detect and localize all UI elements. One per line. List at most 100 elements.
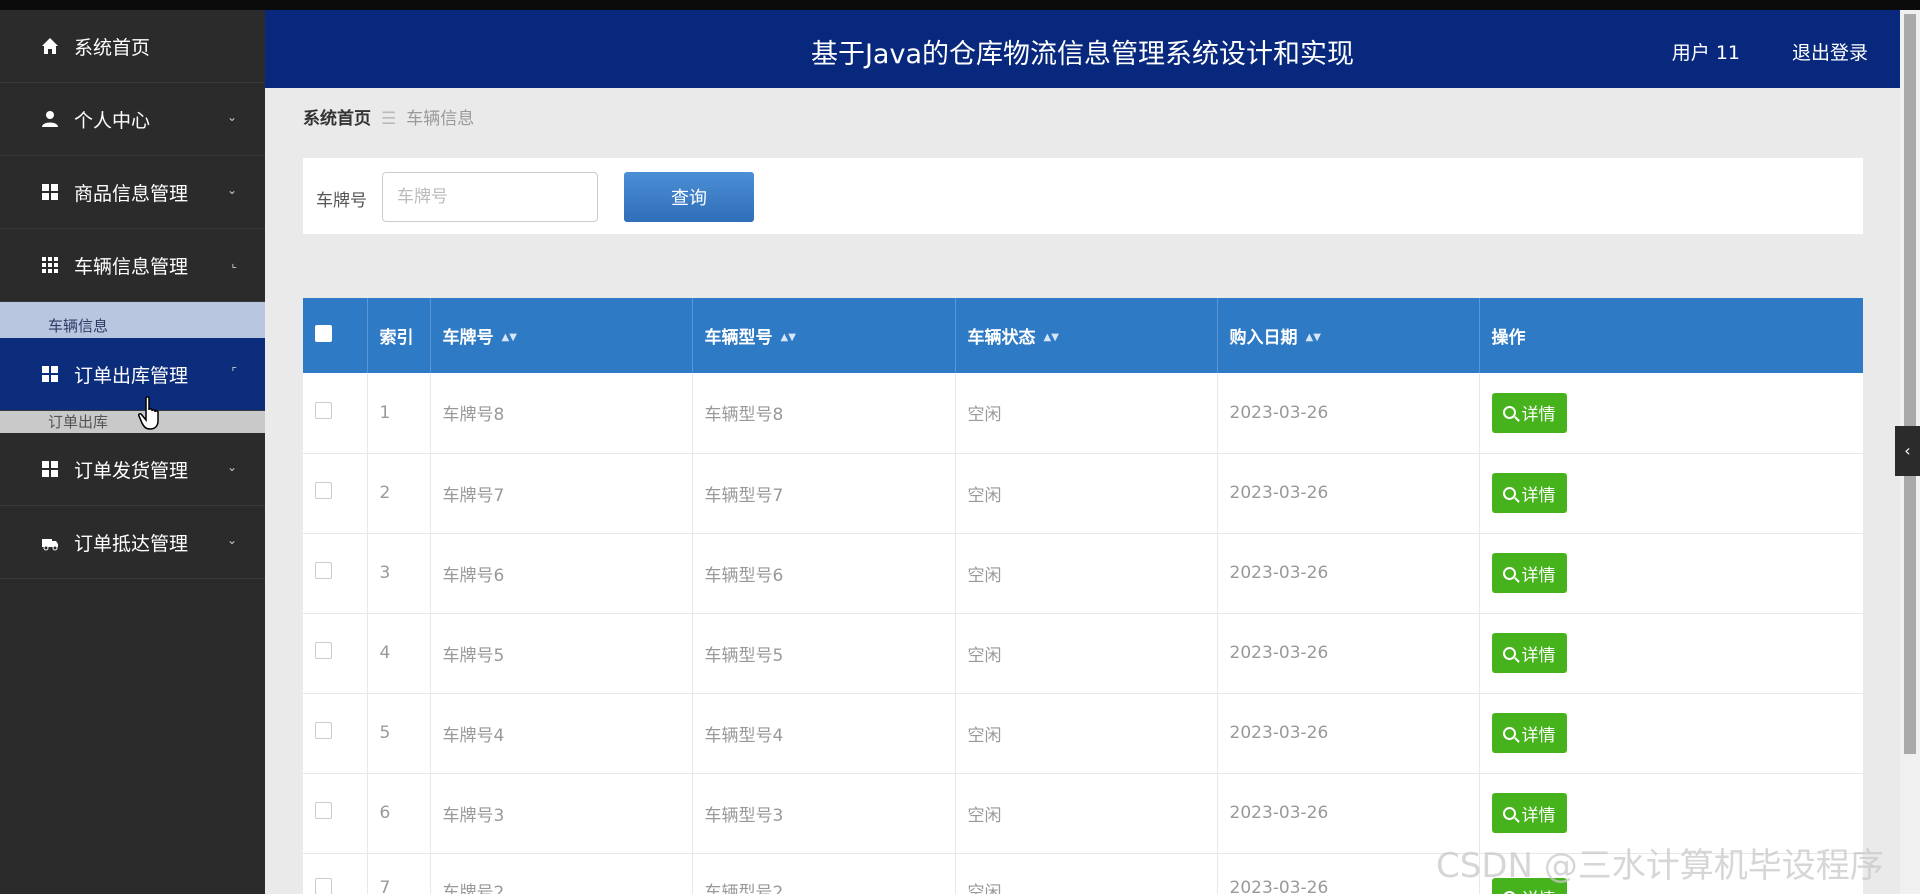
detail-button[interactable]: 详情 — [1491, 473, 1567, 513]
column-header-label: 车辆型号 — [704, 328, 773, 348]
cell-actions: 详情 — [1479, 693, 1863, 774]
table-row: 5 车牌号4 车辆型号4 空闲 2023-03-26 详情 — [303, 693, 1863, 774]
sort-icon[interactable]: ▲▼ — [781, 333, 796, 343]
row-checkbox[interactable] — [315, 802, 332, 819]
breadcrumb-home[interactable]: 系统首页 — [303, 109, 371, 129]
plate-search-input[interactable] — [382, 172, 598, 222]
search-panel: 车牌号 查询 — [303, 158, 1863, 234]
detail-button-label: 详情 — [1521, 725, 1556, 746]
sort-icon[interactable]: ▲▼ — [1044, 333, 1059, 343]
top-header: 基于Java的仓库物流信息管理系统设计和实现 用户 11 退出登录 — [265, 10, 1900, 88]
sidebar-subitem-vehicle-info[interactable]: 车辆信息 — [0, 302, 265, 338]
collapse-panel-icon[interactable]: ‹ — [1895, 426, 1920, 476]
plate-search-label: 车牌号 — [316, 191, 367, 211]
column-header-model[interactable]: 车辆型号 ▲▼ — [692, 298, 956, 373]
cell-index: 6 — [367, 773, 431, 854]
row-checkbox-cell[interactable] — [303, 373, 368, 454]
cell-index: 7 — [367, 853, 431, 894]
chevron-up-icon: ⌜ — [231, 365, 237, 379]
breadcrumb-separator-icon: ☰ — [381, 109, 397, 129]
row-checkbox-cell[interactable] — [303, 533, 368, 614]
cell-index: 4 — [367, 613, 431, 694]
sidebar-item-vehicle[interactable]: 车辆信息管理 ⌞ — [0, 229, 265, 302]
sidebar-item-personal-center[interactable]: 个人中心 ⌄ — [0, 83, 265, 156]
cell-index: 1 — [367, 373, 431, 454]
chevron-down-icon: ⌄ — [226, 110, 237, 124]
sort-icon[interactable]: ▲▼ — [1306, 333, 1321, 343]
row-checkbox-cell[interactable] — [303, 853, 368, 894]
table-header-row: 索引 车牌号 ▲▼ 车辆型号 ▲▼ 车辆状态 ▲▼ 购入日期 ▲▼ 操作 — [303, 298, 1863, 373]
cell-date: 2023-03-26 — [1217, 533, 1480, 614]
detail-button[interactable]: 详情 — [1491, 713, 1567, 753]
column-header-index: 索引 — [367, 298, 431, 373]
column-header-label: 车辆状态 — [967, 328, 1036, 348]
row-checkbox-cell[interactable] — [303, 453, 368, 534]
row-checkbox[interactable] — [315, 722, 332, 739]
chevron-down-icon: ⌄ — [226, 533, 237, 547]
row-checkbox-cell[interactable] — [303, 613, 368, 694]
cell-status: 空闲 — [955, 373, 1218, 454]
select-all-checkbox[interactable] — [315, 324, 332, 342]
sidebar-item-goods[interactable]: 商品信息管理 ⌄ — [0, 156, 265, 229]
logout-link[interactable]: 退出登录 — [1792, 38, 1868, 65]
sidebar-item-label: 个人中心 — [74, 109, 151, 132]
row-checkbox[interactable] — [315, 401, 332, 419]
table-row: 4 车牌号5 车辆型号5 空闲 2023-03-26 详情 — [303, 613, 1863, 694]
detail-button-label: 详情 — [1521, 405, 1556, 426]
column-header-date[interactable]: 购入日期 ▲▼ — [1217, 298, 1480, 373]
cell-actions: 详情 — [1479, 613, 1863, 694]
detail-button[interactable]: 详情 — [1491, 392, 1567, 433]
cell-plate: 车牌号6 — [430, 533, 693, 614]
app-title: 基于Java的仓库物流信息管理系统设计和实现 — [810, 39, 1355, 70]
user-icon — [40, 109, 60, 129]
scrollbar-thumb[interactable] — [1904, 14, 1916, 754]
cell-date: 2023-03-26 — [1217, 373, 1480, 454]
cell-status: 空闲 — [955, 453, 1218, 534]
column-header-plate[interactable]: 车牌号 ▲▼ — [430, 298, 693, 373]
watermark: CSDN @三水计算机毕设程序 — [1436, 846, 1884, 886]
detail-button[interactable]: 详情 — [1491, 633, 1567, 673]
cell-date: 2023-03-26 — [1217, 613, 1480, 694]
sort-icon[interactable]: ▲▼ — [502, 333, 517, 343]
cell-plate: 车牌号5 — [430, 613, 693, 694]
sidebar-item-home[interactable]: 系统首页 — [0, 10, 265, 83]
search-icon — [1502, 646, 1516, 660]
cell-model: 车辆型号2 — [692, 853, 956, 894]
cell-date: 2023-03-26 — [1217, 693, 1480, 774]
cell-model: 车辆型号5 — [692, 613, 956, 694]
sidebar-item-label: 商品信息管理 — [74, 182, 189, 205]
detail-button[interactable]: 详情 — [1491, 793, 1567, 833]
cell-status: 空闲 — [955, 533, 1218, 614]
query-button[interactable]: 查询 — [624, 172, 754, 222]
sidebar-item-order-arrival[interactable]: 订单抵达管理 ⌄ — [0, 506, 265, 579]
column-header-label: 购入日期 — [1229, 328, 1298, 348]
chevron-up-icon: ⌞ — [231, 256, 237, 270]
truck-icon — [40, 532, 60, 552]
current-user: 用户 11 — [1671, 42, 1740, 64]
detail-button[interactable]: 详情 — [1491, 553, 1567, 593]
cell-plate: 车牌号7 — [430, 453, 693, 534]
row-checkbox-cell[interactable] — [303, 693, 368, 774]
column-header-status[interactable]: 车辆状态 ▲▼ — [955, 298, 1218, 373]
sidebar-subitem-order-outbound[interactable]: 订单出库 — [0, 411, 265, 433]
row-checkbox[interactable] — [315, 642, 332, 659]
row-checkbox[interactable] — [315, 877, 332, 894]
sidebar-item-label: 车辆信息管理 — [74, 255, 189, 278]
row-checkbox[interactable] — [315, 482, 332, 499]
detail-button-label: 详情 — [1521, 805, 1556, 826]
home-icon — [40, 36, 60, 56]
cell-plate: 车牌号2 — [430, 853, 693, 894]
select-all-checkbox-cell[interactable] — [303, 298, 368, 373]
search-icon — [1502, 806, 1516, 820]
sidebar-item-label: 系统首页 — [74, 36, 151, 59]
sidebar-item-order-outbound[interactable]: 订单出库管理 ⌜ — [0, 338, 265, 411]
cell-actions: 详情 — [1479, 453, 1863, 534]
cell-plate: 车牌号8 — [430, 373, 693, 454]
cell-status: 空闲 — [955, 613, 1218, 694]
sidebar-item-label: 订单抵达管理 — [74, 532, 189, 555]
sidebar-item-order-shipping[interactable]: 订单发货管理 ⌄ — [0, 433, 265, 506]
search-icon — [1502, 406, 1516, 420]
breadcrumb-current: 车辆信息 — [406, 109, 475, 129]
row-checkbox-cell[interactable] — [303, 773, 368, 854]
row-checkbox[interactable] — [315, 562, 332, 579]
